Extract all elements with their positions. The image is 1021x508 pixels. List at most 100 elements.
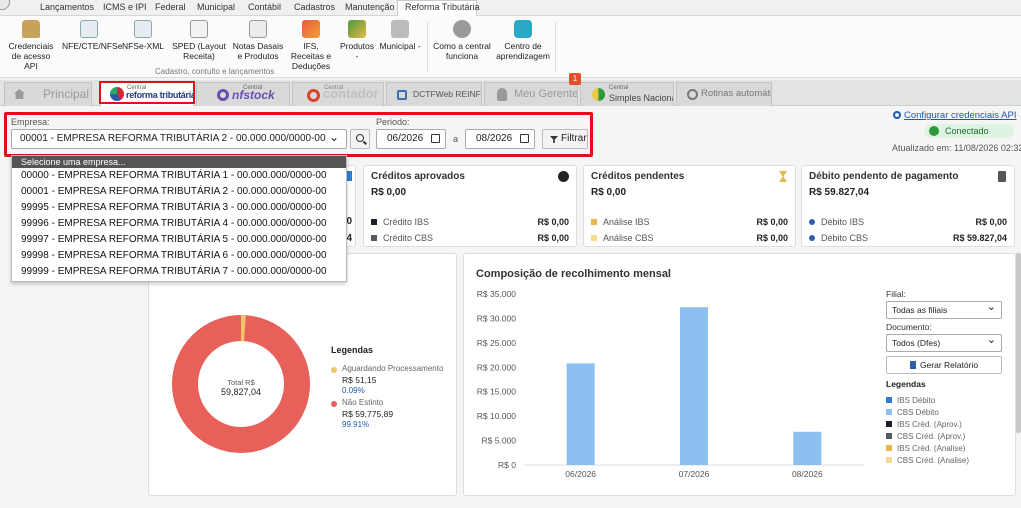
legend-swatch bbox=[886, 397, 892, 403]
menu-reforma-tributaria[interactable]: Reforma Tributária bbox=[405, 2, 480, 12]
legend-swatch bbox=[591, 219, 597, 225]
nfse-xml-button[interactable]: NFSe-XML bbox=[120, 20, 166, 51]
produtos-button[interactable]: Produtos - bbox=[338, 20, 376, 61]
sped-icon bbox=[190, 20, 208, 38]
updated-timestamp: Atualizado em: 11/08/2026 02:32 bbox=[892, 143, 1021, 153]
empresa-dropdown: Selecione uma empresa... 00000 - EMPRESA… bbox=[11, 155, 347, 282]
bar-chart: R$ 0 R$ 5.000 R$ 10.000 R$ 15.000 R$ 20.000 R… bbox=[477, 289, 864, 479]
hidden-card-value: 0 bbox=[346, 216, 352, 227]
check-circle-icon bbox=[558, 171, 569, 182]
dropdown-option[interactable]: 99997 - EMPRESA REFORMA TRIBUTÁRIA 5 - 0… bbox=[12, 232, 346, 248]
card-row: Crédito IBS R$ 0,00 bbox=[371, 217, 569, 227]
y-tick-label: R$ 15.000 bbox=[477, 387, 516, 397]
card-creditos-pendentes: Créditos pendentes R$ 0,00 Análise IBS R$… bbox=[583, 165, 796, 247]
dropdown-option[interactable]: 00001 - EMPRESA REFORMA TRIBUTÁRIA 2 - 0… bbox=[12, 184, 346, 200]
card-row: Análise IBS R$ 0,00 bbox=[591, 217, 788, 227]
filial-select[interactable]: Todas as filiais bbox=[886, 299, 1002, 319]
legend-swatch bbox=[591, 235, 597, 241]
notas-produtos-button[interactable]: Notas Dasais e Produtos bbox=[232, 20, 284, 61]
app-logo bbox=[0, 0, 10, 10]
ribbon: Credenciais de acesso API NFE/CTE/NFSe N… bbox=[0, 16, 1021, 78]
home-icon bbox=[14, 89, 25, 99]
bar-chart-title: Composição de recolhimento mensal bbox=[476, 268, 671, 280]
tab-rotinas-automaticas[interactable]: Rotinas automáticas bbox=[676, 82, 772, 106]
tab-central-simples-nacional[interactable]: Central Simples Nacional bbox=[580, 82, 674, 106]
card-row: Débito CBS R$ 59.827,04 bbox=[809, 233, 1007, 243]
ifs-icon bbox=[302, 20, 320, 38]
dropdown-option[interactable]: 99996 - EMPRESA REFORMA TRIBUTÁRIA 4 - 0… bbox=[12, 216, 346, 232]
donut-center-label: Total R$ bbox=[227, 378, 255, 387]
legend-swatch bbox=[886, 433, 892, 439]
documento-select[interactable]: Todos (Dfes) bbox=[886, 332, 1002, 352]
legend-swatch bbox=[809, 219, 815, 225]
donut-panel: Total R$ 59,827,04 Legendas Aguardando P… bbox=[148, 253, 457, 496]
dropdown-option[interactable]: 99995 - EMPRESA REFORMA TRIBUTÁRIA 3 - 0… bbox=[12, 200, 346, 216]
sped-button[interactable]: SPED (Layout Receita) bbox=[170, 20, 228, 61]
menu-contabil[interactable]: Contábil bbox=[248, 2, 281, 12]
x-tick-label: 07/2026 bbox=[679, 469, 710, 479]
bar-chart-panel: Composição de recolhimento mensal R$ 0 R$… bbox=[463, 253, 1016, 496]
nfe-cte-nfse-button[interactable]: NFE/CTE/NFSe bbox=[62, 20, 122, 51]
gerente-icon bbox=[497, 88, 507, 101]
menu-icms-ipi[interactable]: ICMS e IPI bbox=[103, 2, 147, 12]
donut-center-value: 59,827,04 bbox=[220, 387, 262, 397]
x-tick-label: 06/2026 bbox=[565, 469, 596, 479]
documents-icon bbox=[249, 20, 267, 38]
dropdown-header[interactable]: Selecione uma empresa... bbox=[12, 156, 346, 168]
card-row: Análise CBS R$ 0,00 bbox=[591, 233, 788, 243]
rotinas-icon bbox=[687, 89, 698, 100]
boxes-icon bbox=[348, 20, 366, 38]
calculator-icon bbox=[998, 171, 1006, 182]
legend-swatch bbox=[886, 421, 892, 427]
simples-logo-icon bbox=[592, 88, 605, 101]
menu-bar: Lançamentos ICMS e IPI Federal Municipal… bbox=[0, 0, 1021, 16]
filial-label: Filial: bbox=[886, 289, 906, 299]
dropdown-option[interactable]: 99999 - EMPRESA REFORMA TRIBUTÁRIA 7 - 0… bbox=[12, 264, 346, 280]
y-tick-label: R$ 35.000 bbox=[477, 289, 516, 299]
bar-legend-item: IBS Créd. (Analise) bbox=[886, 444, 965, 453]
documento-label: Documento: bbox=[886, 322, 932, 332]
legend-swatch bbox=[371, 235, 377, 241]
dropdown-option[interactable]: 99998 - EMPRESA REFORMA TRIBUTÁRIA 6 - 0… bbox=[12, 248, 346, 264]
tab-central-nfstock[interactable]: Central nfstock bbox=[196, 82, 290, 106]
menu-federal[interactable]: Federal bbox=[155, 2, 186, 12]
bar-legend-title: Legendas bbox=[886, 379, 926, 389]
report-icon bbox=[909, 361, 916, 369]
centro-aprendizagem-button[interactable]: Centro de aprendizagem bbox=[495, 20, 551, 61]
tab-central-contador[interactable]: Central contador bbox=[292, 82, 384, 106]
gerar-relatorio-button[interactable]: Gerar Relatório bbox=[886, 356, 1002, 374]
tab-meu-gerente[interactable]: Meu Gerente bbox=[484, 82, 578, 106]
card-row: Débito IBS R$ 0,00 bbox=[809, 217, 1007, 227]
como-funciona-button[interactable]: Como a central funciona bbox=[433, 20, 491, 61]
gear-icon bbox=[893, 111, 901, 119]
bar-legend-item: IBS Débito bbox=[886, 396, 935, 405]
legend-swatch bbox=[886, 445, 892, 451]
scrollbar-thumb[interactable] bbox=[1016, 253, 1021, 433]
municipal-button[interactable]: Municipal - bbox=[379, 20, 421, 51]
tab-dctfweb[interactable]: DCTFWeb REINF/MIT bbox=[386, 82, 482, 106]
y-tick-label: R$ 20.000 bbox=[477, 362, 516, 372]
ifs-receitas-button[interactable]: IFS, Receitas e Deduções bbox=[288, 20, 334, 71]
notification-badge: 1 bbox=[569, 73, 581, 85]
contador-logo-icon bbox=[307, 89, 320, 102]
search-doc-icon bbox=[134, 20, 152, 38]
credenciais-button[interactable]: Credenciais de acesso API bbox=[6, 20, 56, 71]
legend-swatch bbox=[886, 457, 892, 463]
menu-lancamentos[interactable]: Lançamentos bbox=[40, 2, 94, 12]
tab-principal[interactable]: Principal bbox=[4, 82, 92, 106]
learning-icon bbox=[514, 20, 532, 38]
menu-manutencao[interactable]: Manutenção bbox=[345, 2, 395, 12]
config-credenciais-link[interactable]: Configurar credenciais API bbox=[893, 110, 1016, 121]
ribbon-separator bbox=[427, 22, 428, 72]
y-tick-label: R$ 30.000 bbox=[477, 313, 516, 323]
nfstock-logo-icon bbox=[217, 89, 229, 101]
y-tick-label: R$ 0 bbox=[498, 460, 516, 470]
hourglass-icon bbox=[779, 171, 787, 182]
status-badge: Conectado bbox=[924, 124, 1014, 138]
menu-cadastros[interactable]: Cadastros bbox=[294, 2, 335, 12]
help-icon bbox=[453, 20, 471, 38]
menu-municipal[interactable]: Municipal bbox=[197, 2, 235, 12]
check-circle-icon bbox=[929, 126, 939, 136]
dropdown-option[interactable]: 00000 - EMPRESA REFORMA TRIBUTÁRIA 1 - 0… bbox=[12, 168, 346, 184]
bar-legend-item: CBS Créd. (Aprov.) bbox=[886, 432, 965, 441]
